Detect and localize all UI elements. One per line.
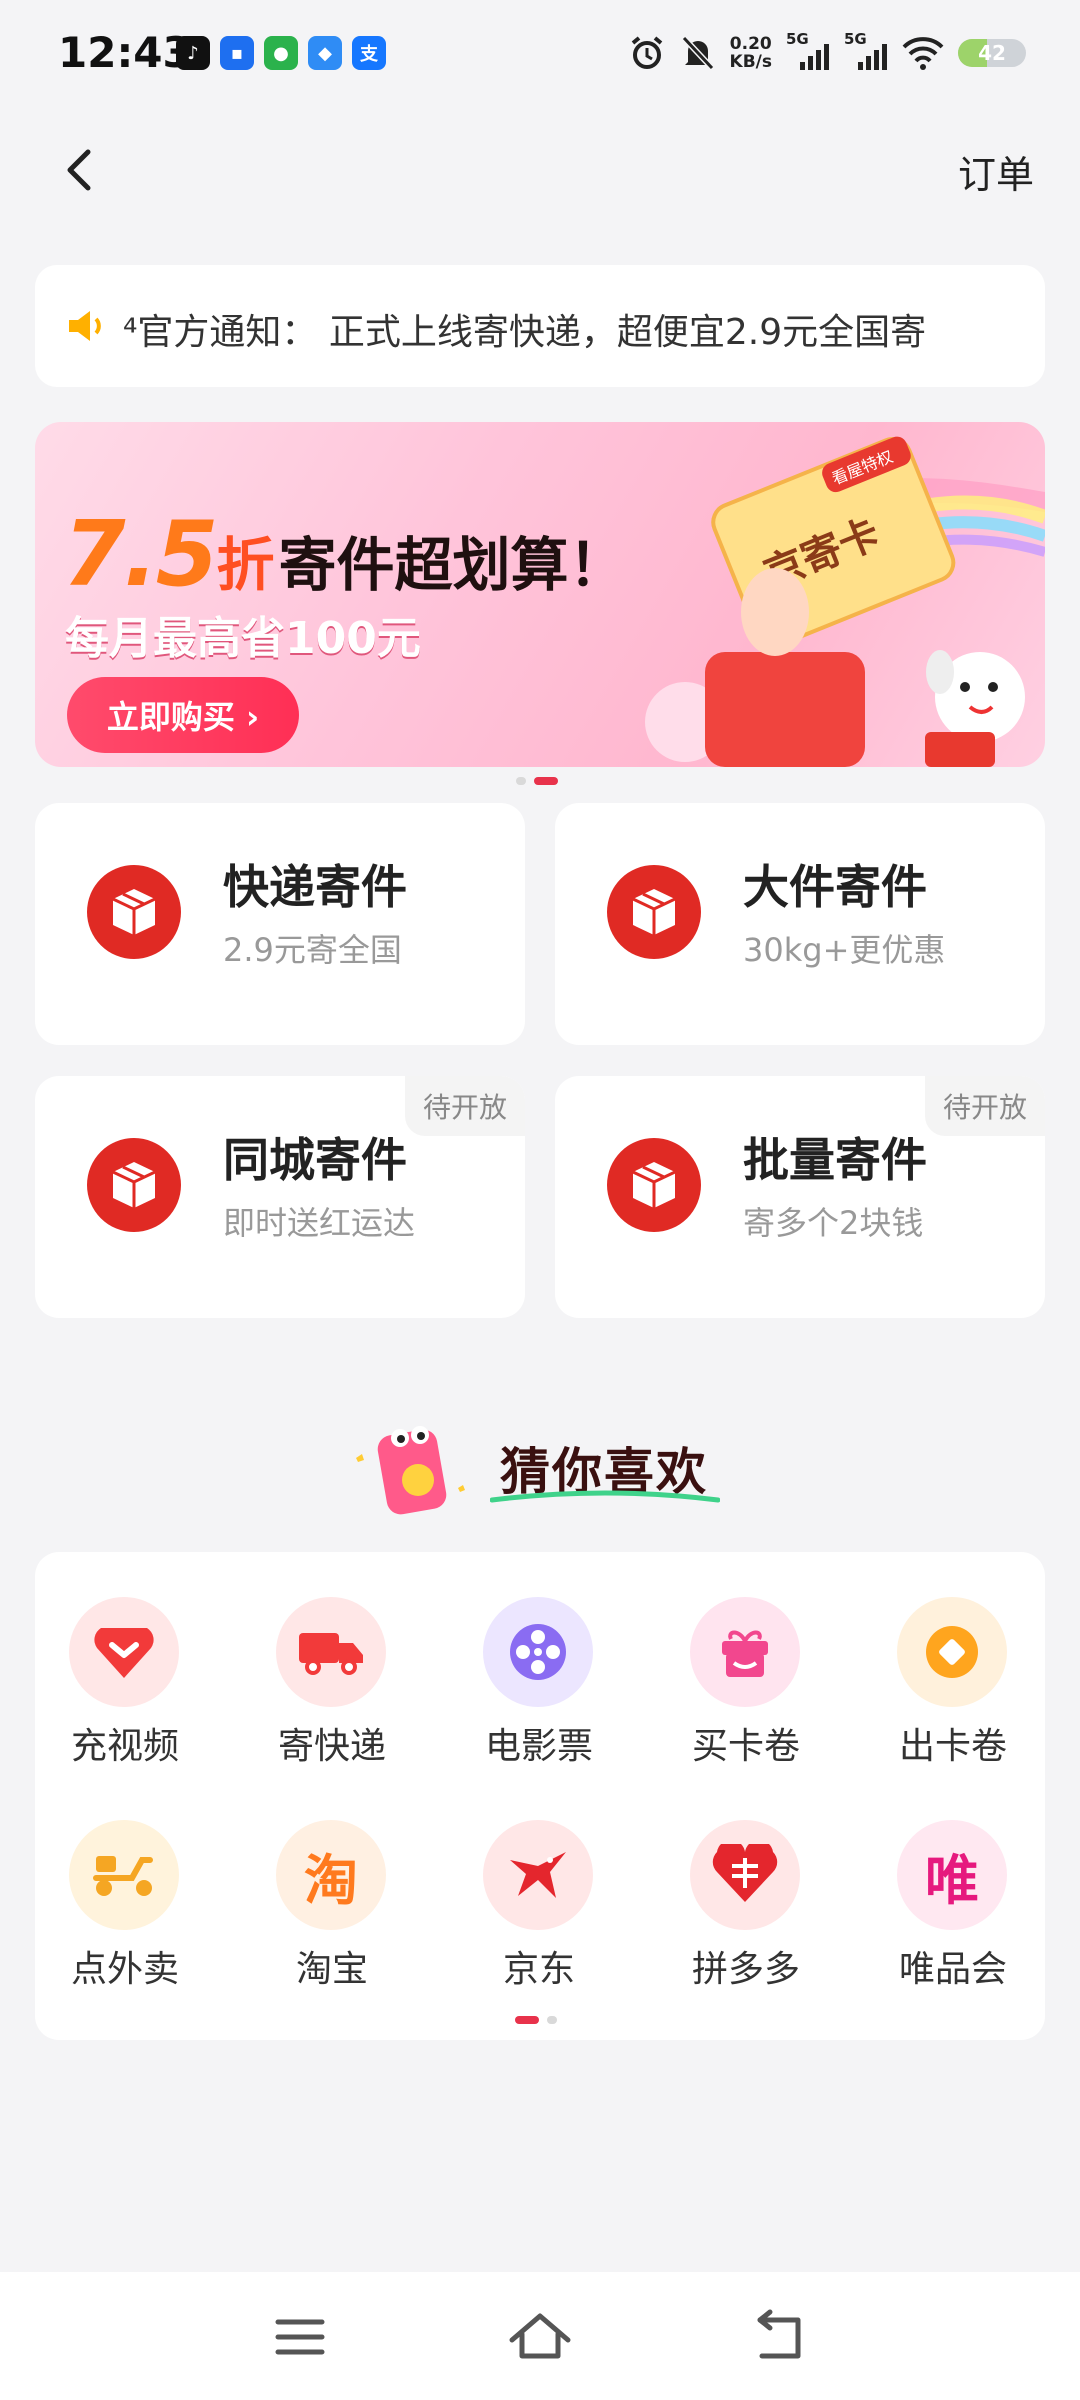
- app-taobao[interactable]: 淘 淘宝: [242, 1810, 422, 2010]
- service-subtitle: 2.9元寄全国: [223, 931, 402, 969]
- banner-subtitle: 每月最高省100元: [65, 613, 421, 664]
- banner-discount: 7.5: [63, 502, 218, 607]
- back-button[interactable]: [56, 140, 106, 200]
- home-icon: [509, 2313, 571, 2359]
- buy-now-button[interactable]: 立即购买 ›: [67, 677, 299, 753]
- vip-icon: 唯: [897, 1820, 1007, 1930]
- service-title: 快递寄件: [223, 860, 407, 914]
- apps-dot: [547, 2016, 557, 2024]
- menu-icon: [275, 2319, 325, 2355]
- recommend-apps-card: 充视频 寄快递 电影票 买卡卷 出卡卷 点外卖 淘 淘宝 京东 拼多多 唯 唯品…: [35, 1552, 1045, 2040]
- recommend-header: 猜你喜欢: [0, 1410, 1080, 1515]
- jd-icon: [483, 1820, 593, 1930]
- pdd-icon: [690, 1820, 800, 1930]
- service-same-city[interactable]: 待开放 同城寄件 即时送红运达: [35, 1076, 525, 1318]
- message-icon: ▪: [220, 36, 254, 70]
- app-label: 寄快递: [277, 1726, 386, 1767]
- app-recharge-video[interactable]: 充视频: [35, 1587, 215, 1787]
- coming-soon-badge: 待开放: [404, 1076, 525, 1136]
- tiktok-icon: ♪: [176, 36, 210, 70]
- wifi-icon: [902, 37, 944, 70]
- service-express[interactable]: 快递寄件 2.9元寄全国: [35, 803, 525, 1045]
- banner-dot: [516, 777, 526, 785]
- banner-dot-active: [534, 777, 558, 785]
- chevron-left-icon: [67, 149, 91, 191]
- scooter-icon: [69, 1820, 179, 1930]
- system-nav-bar: [0, 2272, 1080, 2400]
- banner-pagination: [516, 777, 558, 785]
- package-icon: [607, 865, 701, 959]
- heart-video-icon: [69, 1597, 179, 1707]
- apps-pagination: [515, 2016, 557, 2024]
- app-sell-card[interactable]: 出卡卷: [863, 1587, 1043, 1787]
- alarm-icon: [631, 36, 662, 69]
- service-title: 批量寄件: [743, 1133, 927, 1187]
- app-label: 京东: [502, 1949, 575, 1990]
- package-icon: [87, 1138, 181, 1232]
- apps-dot-active: [515, 2016, 539, 2024]
- app-label: 出卡卷: [898, 1726, 1007, 1767]
- alipay-icon: 支: [352, 36, 386, 70]
- coming-soon-badge: 待开放: [924, 1076, 1045, 1136]
- mascot-icon: [356, 1426, 465, 1515]
- service-subtitle: 寄多个2块钱: [743, 1204, 924, 1242]
- speaker-icon: [69, 311, 101, 341]
- gift-icon: [690, 1597, 800, 1707]
- notice-text: ⁴官方通知： 正式上线寄快递，超便宜2.9元全国寄: [123, 312, 927, 353]
- banner-headline: 7.5 折 寄件超划算！: [63, 502, 626, 607]
- service-title: 大件寄件: [743, 860, 927, 914]
- app-label: 淘宝: [295, 1949, 368, 1990]
- home-button[interactable]: [500, 2302, 580, 2372]
- banner-discount-unit: 折: [216, 531, 275, 599]
- app-food-delivery[interactable]: 点外卖: [35, 1810, 215, 2010]
- net-speed: 0.20 KB/s: [729, 34, 772, 72]
- battery-indicator: 42: [958, 39, 1026, 67]
- mute-icon: [681, 35, 714, 71]
- menu-button[interactable]: [260, 2302, 340, 2372]
- app-label: 拼多多: [691, 1949, 800, 1990]
- service-subtitle: 30kg+更优惠: [743, 931, 946, 969]
- banner-illustration: 京寄卡 看屋特权: [645, 436, 1045, 767]
- app-jd[interactable]: 京东: [449, 1810, 629, 2010]
- signal-icon: 5G: [786, 30, 830, 70]
- app-send-express[interactable]: 寄快递: [242, 1587, 422, 1787]
- package-icon: [87, 865, 181, 959]
- service-batch[interactable]: 待开放 批量寄件 寄多个2块钱: [555, 1076, 1045, 1318]
- recommend-underline: [490, 1490, 720, 1503]
- app-pinduoduo[interactable]: 拼多多: [656, 1810, 836, 2010]
- notification-icons: ♪ ▪ ● ◆ 支: [176, 36, 386, 70]
- service-title: 同城寄件: [223, 1133, 407, 1187]
- truck-icon: [276, 1597, 386, 1707]
- film-reel-icon: [483, 1597, 593, 1707]
- app-movie-ticket[interactable]: 电影票: [449, 1587, 629, 1787]
- signal-icon-2: 5G: [844, 30, 888, 70]
- status-bar: 12:43 ♪ ▪ ● ◆ 支 0.20 KB/s 5G 5G 42: [0, 0, 1080, 110]
- app-label: 唯品会: [898, 1949, 1007, 1990]
- status-time: 12:43: [58, 28, 192, 77]
- app-label: 电影票: [484, 1726, 593, 1767]
- package-icon: [607, 1138, 701, 1232]
- notice-bar[interactable]: ⁴官方通知： 正式上线寄快递，超便宜2.9元全国寄: [35, 265, 1045, 387]
- orders-link[interactable]: 订单: [958, 144, 1034, 199]
- coin-icon: [897, 1597, 1007, 1707]
- job-app-icon: ◆: [308, 36, 342, 70]
- app-label: 充视频: [70, 1726, 179, 1767]
- status-right: 0.20 KB/s 5G 5G 42: [628, 30, 1026, 72]
- app-label: 买卡卷: [691, 1726, 800, 1767]
- app-vipshop[interactable]: 唯 唯品会: [863, 1810, 1043, 2010]
- app-label: 点外卖: [70, 1949, 179, 1990]
- wechat-icon: ●: [264, 36, 298, 70]
- promo-banner[interactable]: 京寄卡 看屋特权 7.5 折 寄件超划算！ 每月最高省100元 立即购买 ›: [35, 422, 1045, 767]
- service-large[interactable]: 大件寄件 30kg+更优惠: [555, 803, 1045, 1045]
- back-nav-button[interactable]: [740, 2302, 820, 2372]
- service-subtitle: 即时送红运达: [223, 1204, 416, 1242]
- banner-title: 寄件超划算！: [278, 531, 627, 599]
- taobao-icon: 淘: [276, 1820, 386, 1930]
- back-icon: [757, 2309, 801, 2359]
- app-buy-card[interactable]: 买卡卷: [656, 1587, 836, 1787]
